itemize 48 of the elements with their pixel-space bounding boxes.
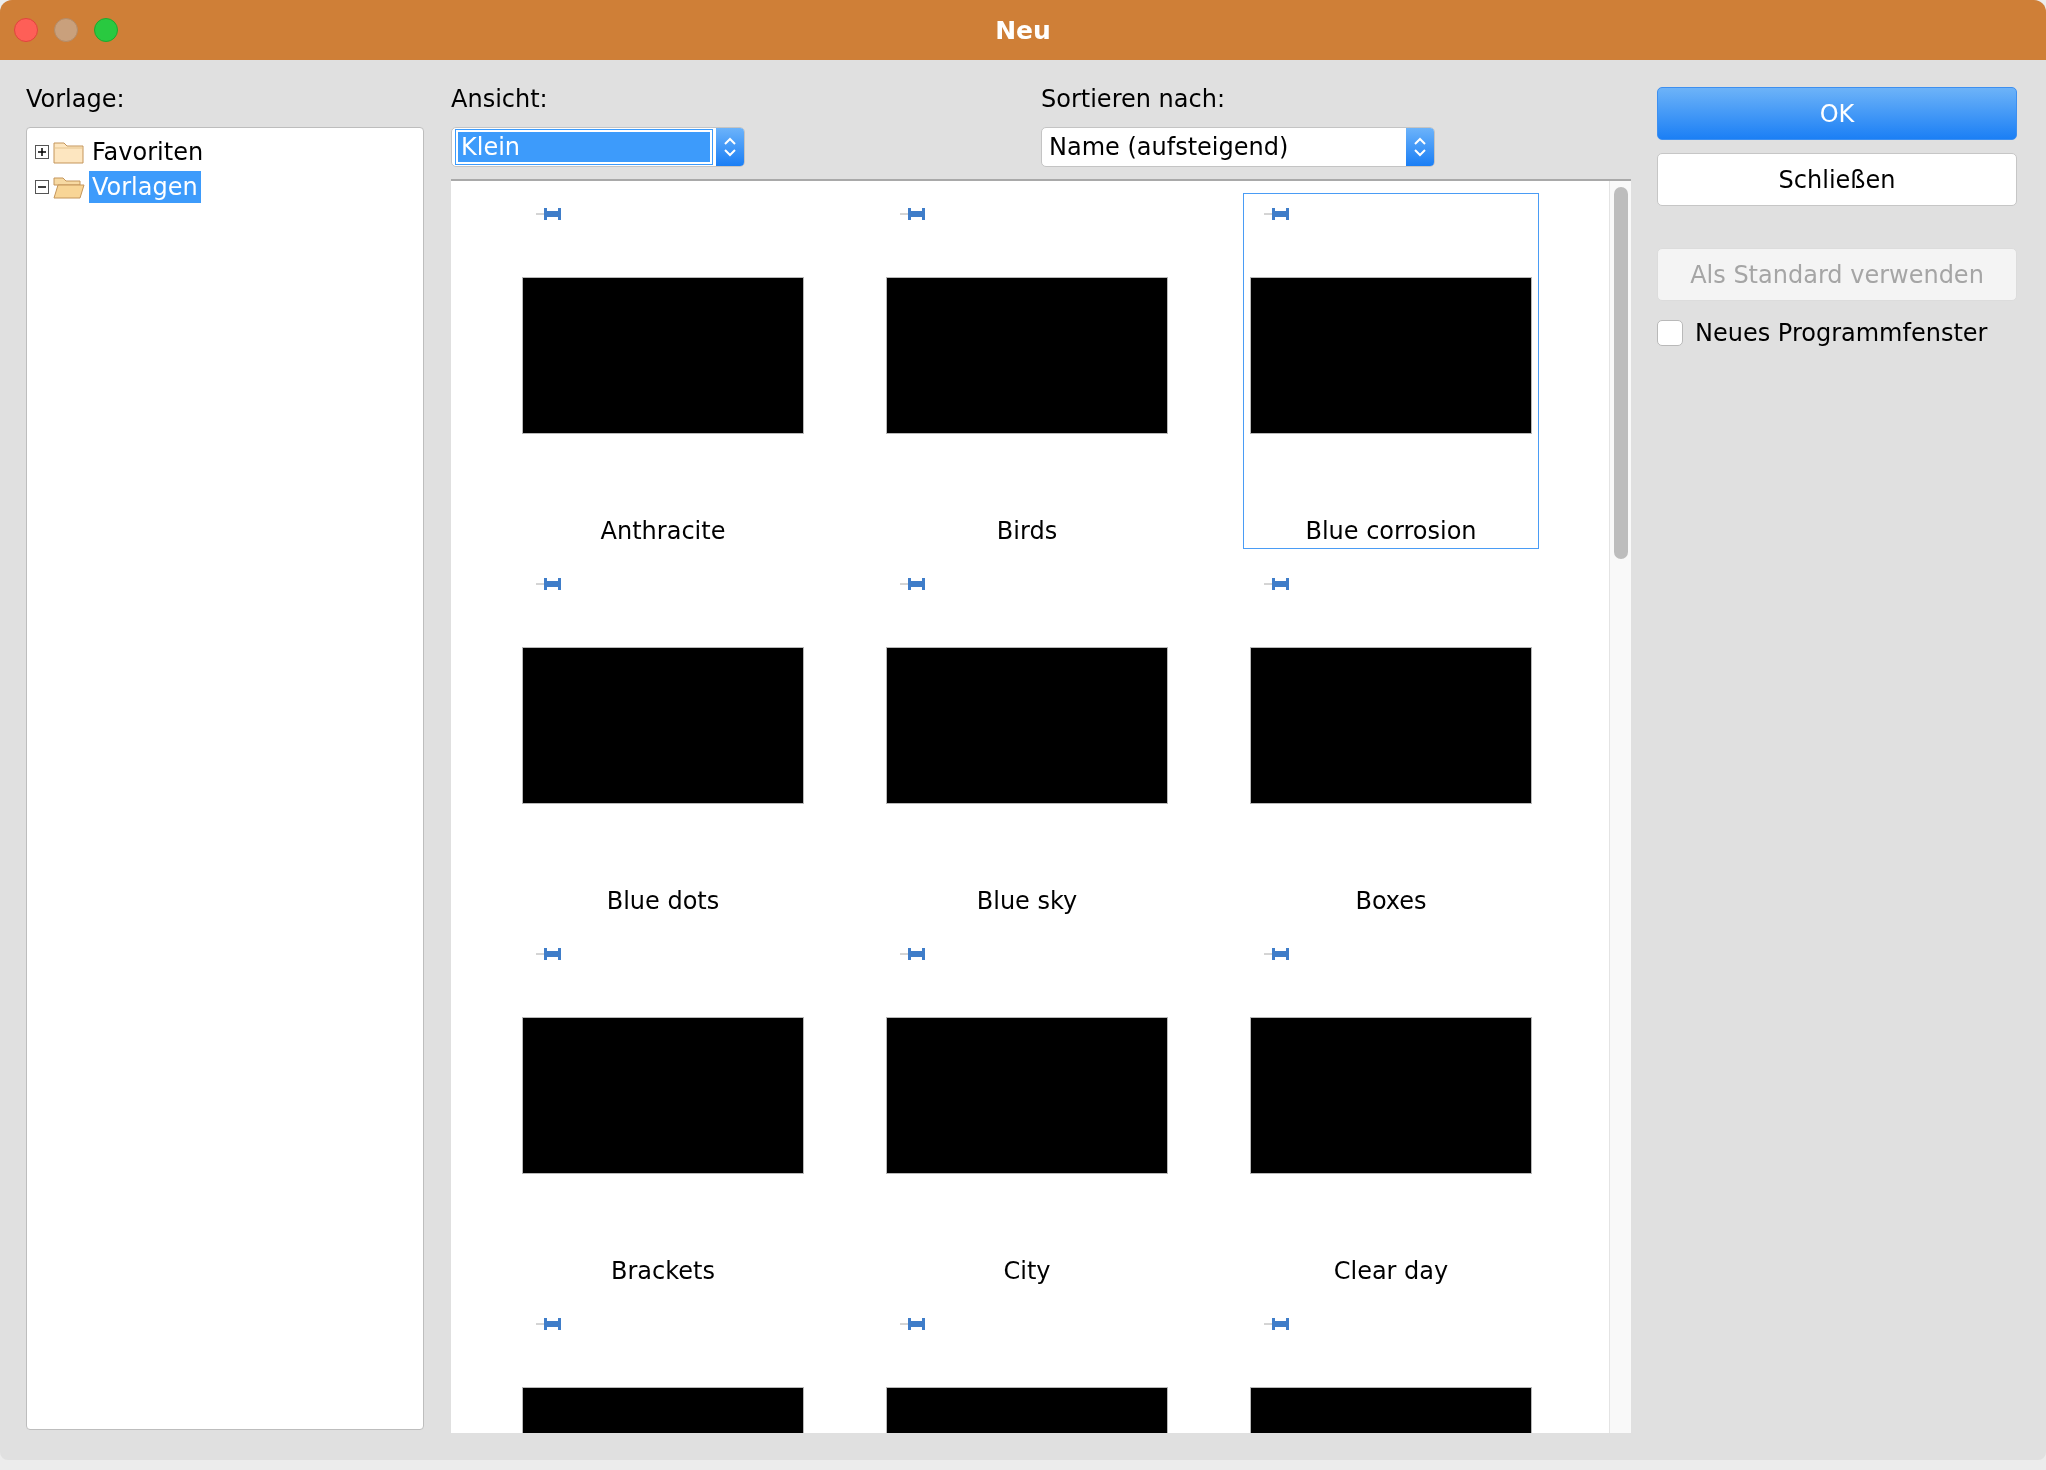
- template-item[interactable]: Boxes: [1243, 563, 1539, 919]
- window-title: Neu: [995, 15, 1051, 45]
- folder-icon: [53, 139, 85, 164]
- pin-icon[interactable]: [900, 1318, 926, 1330]
- open-folder-icon: [53, 174, 85, 199]
- pin-icon[interactable]: [1264, 1318, 1290, 1330]
- pin-icon[interactable]: [1264, 948, 1290, 960]
- expand-icon[interactable]: [35, 144, 49, 159]
- dropdown[interactable]: Name (aufsteigend): [1041, 127, 1435, 167]
- template-name: Boxes: [1355, 886, 1427, 916]
- field-label: Ansicht:: [451, 84, 548, 114]
- field-label: Sortieren nach:: [1041, 84, 1225, 114]
- combo-value: Name (aufsteigend): [1048, 132, 1290, 162]
- checkbox-label[interactable]: Neues Programmfenster: [1695, 319, 1988, 347]
- template-name: Blue corrosion: [1305, 516, 1477, 546]
- template-item[interactable]: Anthracite: [515, 193, 811, 549]
- template-item[interactable]: Blue dots: [515, 563, 811, 919]
- stepper-icon[interactable]: [1406, 128, 1434, 166]
- checkbox[interactable]: [1657, 320, 1683, 346]
- pin-icon[interactable]: [536, 1318, 562, 1330]
- template-name: City: [1003, 1256, 1051, 1286]
- template-name: Clear day: [1333, 1256, 1449, 1286]
- close-button[interactable]: Schließen: [1657, 153, 2017, 206]
- template-name: Blue sky: [976, 886, 1078, 916]
- pin-icon[interactable]: [536, 578, 562, 590]
- pin-icon[interactable]: [900, 948, 926, 960]
- field-label: Vorlage:: [26, 84, 125, 114]
- template-name: Birds: [996, 516, 1058, 546]
- collapse-icon[interactable]: [35, 179, 49, 194]
- pin-icon[interactable]: [900, 578, 926, 590]
- tree-item[interactable]: Favoriten: [89, 135, 207, 168]
- combo-value: Klein: [456, 130, 712, 164]
- template-item[interactable]: Clear day: [1243, 933, 1539, 1289]
- template-item[interactable]: Birds: [879, 193, 1175, 549]
- template-item[interactable]: Blue corrosion: [1243, 193, 1539, 549]
- pin-icon[interactable]: [1264, 578, 1290, 590]
- template-name: Anthracite: [600, 516, 726, 546]
- template-item[interactable]: Blue sky: [879, 563, 1175, 919]
- template-item[interactable]: Brackets: [515, 933, 811, 1289]
- pin-icon[interactable]: [900, 208, 926, 220]
- scrollbar-thumb[interactable]: [1613, 187, 1628, 559]
- pin-icon[interactable]: [536, 208, 562, 220]
- pin-icon[interactable]: [1264, 208, 1290, 220]
- template-name: Brackets: [611, 1256, 715, 1286]
- template-item[interactable]: City: [879, 933, 1175, 1289]
- pin-icon[interactable]: [536, 948, 562, 960]
- template-name: Blue dots: [606, 886, 720, 916]
- stepper-icon[interactable]: [716, 128, 744, 166]
